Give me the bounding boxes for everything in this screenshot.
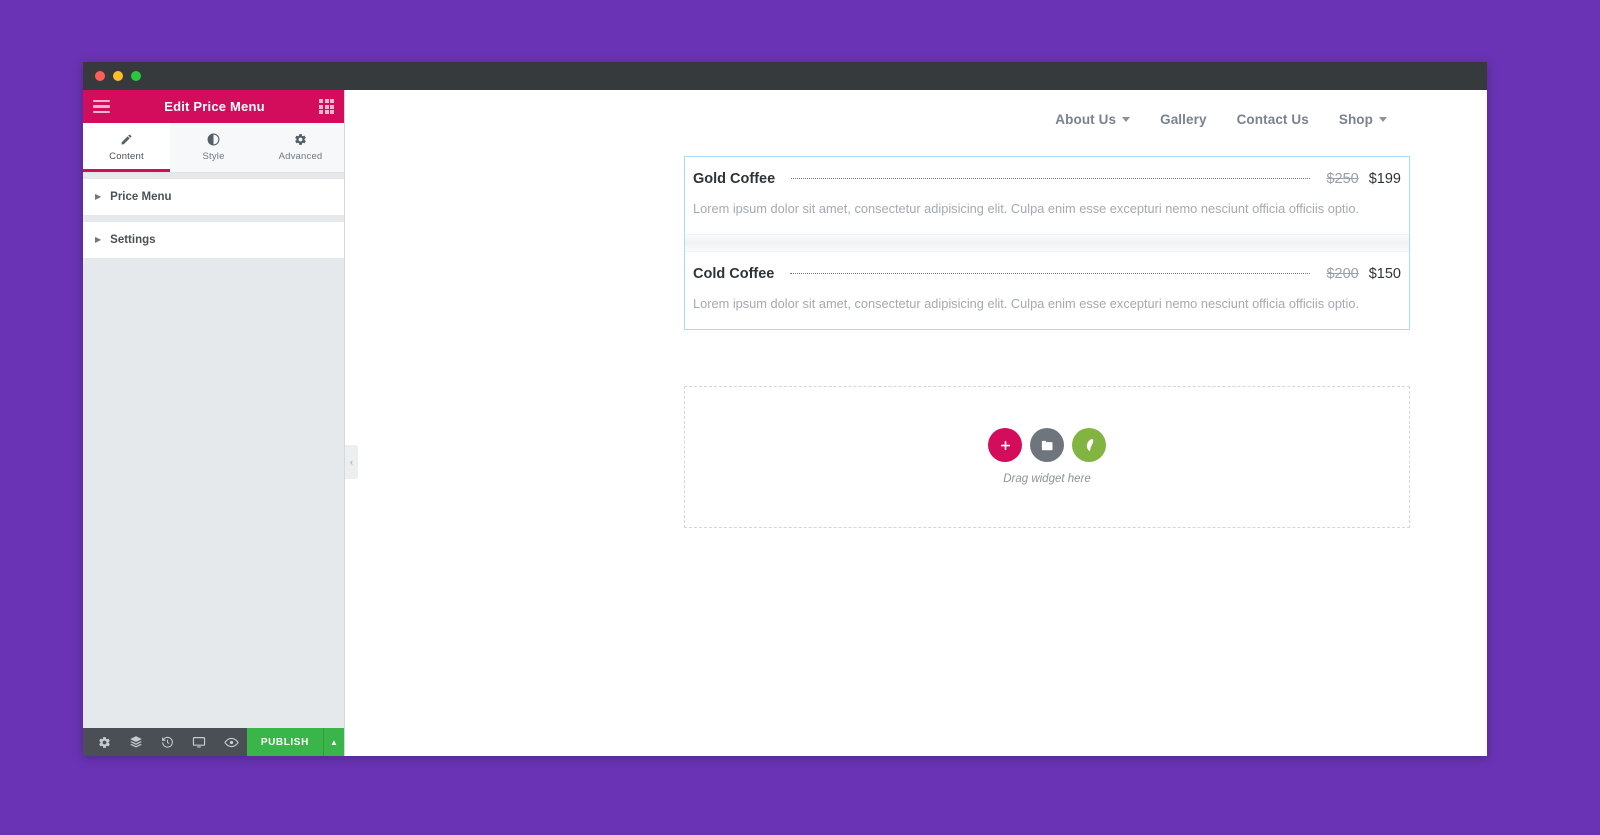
price-menu-item-price: $199 <box>1368 171 1401 187</box>
nav-item-gallery-label: Gallery <box>1160 112 1207 127</box>
price-menu-item-description: Lorem ipsum dolor sit amet, consectetur … <box>693 201 1360 216</box>
price-menu-item-title: Gold Coffee <box>693 171 776 187</box>
price-menu-item[interactable]: Gold Coffee $250 $199 Lorem ipsum dolor … <box>685 157 1409 234</box>
drop-zone-label: Drag widget here <box>1003 473 1091 486</box>
section-settings[interactable]: ▶ Settings <box>83 222 344 259</box>
nav-item-gallery[interactable]: Gallery <box>1160 112 1206 127</box>
price-menu-item-old-price: $200 <box>1326 265 1359 282</box>
contrast-circle-icon <box>170 131 257 147</box>
nav-item-about-us[interactable]: About Us <box>1055 112 1131 127</box>
tab-advanced-label: Advanced <box>278 151 323 162</box>
preview-eye-icon[interactable] <box>215 728 247 756</box>
price-menu-separator <box>685 233 1409 252</box>
layers-icon[interactable] <box>121 728 153 756</box>
nav-item-contact-us[interactable]: Contact Us <box>1237 112 1309 127</box>
nav-item-shop-label: Shop <box>1338 112 1373 127</box>
page-title: Edit Price Menu <box>164 99 265 114</box>
envato-kit-button[interactable] <box>1072 428 1106 463</box>
tab-content-label: Content <box>109 151 144 162</box>
editor-panel-sections: ▶ Price Menu ▶ Settings <box>83 173 344 728</box>
nav-item-about-us-label: About Us <box>1055 112 1117 127</box>
pencil-icon <box>83 131 170 147</box>
window-title-bar <box>83 62 1487 90</box>
add-element-button[interactable] <box>988 428 1022 463</box>
drop-zone-buttons <box>988 428 1106 463</box>
nav-item-contact-us-label: Contact Us <box>1236 112 1309 127</box>
window-minimize-button[interactable] <box>113 71 123 81</box>
nav-item-shop[interactable]: Shop <box>1339 112 1387 127</box>
window-body: Edit Price Menu Content Style Advanced ▶… <box>83 90 1487 756</box>
price-menu-item-old-price: $250 <box>1326 171 1359 187</box>
chevron-right-icon: ▶ <box>95 192 102 201</box>
price-dot-leader <box>790 272 1311 274</box>
editor-panel-footer: PUBLISH ▲ <box>83 728 344 756</box>
chevron-left-icon[interactable]: ‹ <box>345 445 358 479</box>
settings-gear-icon[interactable] <box>89 728 121 756</box>
section-price-menu[interactable]: ▶ Price Menu <box>83 179 344 216</box>
grid-icon[interactable] <box>319 99 334 114</box>
chevron-right-icon: ▶ <box>95 235 102 244</box>
tab-style[interactable]: Style <box>170 123 257 172</box>
tab-content[interactable]: Content <box>83 123 170 172</box>
hamburger-icon[interactable] <box>93 99 110 114</box>
price-menu-item[interactable]: Cold Coffee $200 $150 Lorem ipsum dolor … <box>685 252 1409 329</box>
section-price-menu-label: Price Menu <box>110 191 172 203</box>
window-maximize-button[interactable] <box>131 71 141 81</box>
gear-icon <box>257 131 344 147</box>
window-close-button[interactable] <box>95 71 105 81</box>
price-menu-item-title: Cold Coffee <box>693 265 775 282</box>
history-revisions-icon[interactable] <box>152 728 184 756</box>
price-menu-item-row: Cold Coffee $200 $150 <box>693 266 1401 282</box>
price-menu-item-price: $150 <box>1368 265 1401 282</box>
price-menu-item-description: Lorem ipsum dolor sit amet, consectetur … <box>693 295 1360 311</box>
chevron-up-icon[interactable]: ▲ <box>322 728 344 756</box>
editor-panel-header: Edit Price Menu <box>83 90 344 123</box>
price-menu-widget[interactable]: Gold Coffee $250 $199 Lorem ipsum dolor … <box>684 156 1410 330</box>
price-menu-item-row: Gold Coffee $250 $199 <box>693 171 1401 187</box>
publish-button[interactable]: PUBLISH <box>246 728 323 756</box>
tab-style-label: Style <box>202 151 225 162</box>
responsive-mode-icon[interactable] <box>184 728 216 756</box>
editor-panel: Edit Price Menu Content Style Advanced ▶… <box>83 90 345 756</box>
app-window: Edit Price Menu Content Style Advanced ▶… <box>83 62 1487 756</box>
widget-drop-zone[interactable]: Drag widget here <box>684 385 1410 528</box>
site-navigation: About Us Gallery Contact Us Shop <box>345 90 1487 147</box>
price-dot-leader <box>791 178 1311 179</box>
chevron-down-icon <box>1379 117 1387 122</box>
add-template-button[interactable] <box>1030 428 1064 463</box>
editor-panel-tabs: Content Style Advanced <box>83 123 344 173</box>
chevron-down-icon <box>1122 117 1131 122</box>
tab-advanced[interactable]: Advanced <box>257 123 344 172</box>
section-settings-label: Settings <box>110 234 156 246</box>
preview-canvas: ‹ About Us Gallery Contact Us Shop Gold … <box>345 90 1487 756</box>
